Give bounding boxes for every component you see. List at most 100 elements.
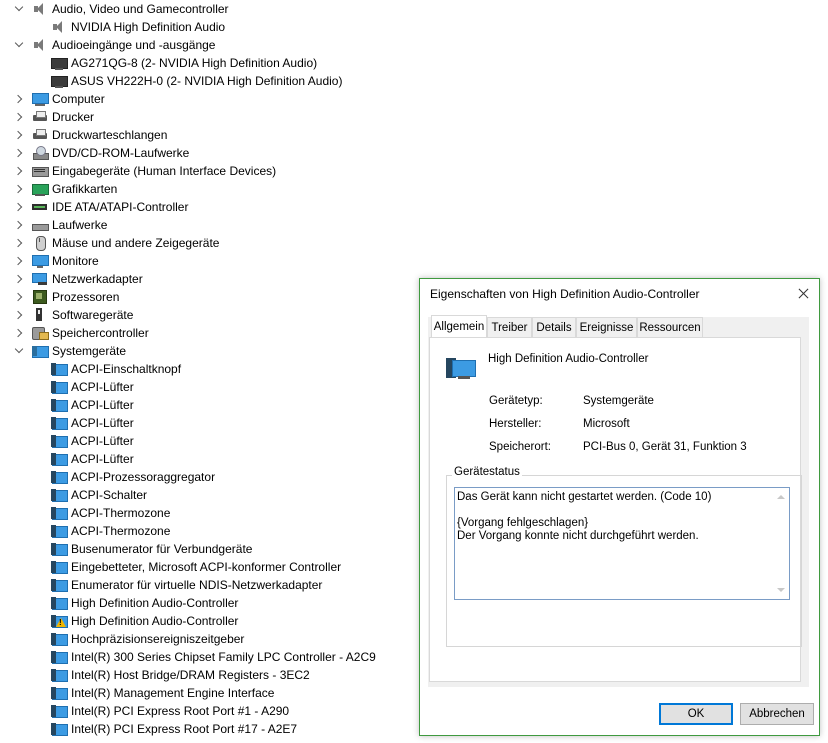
tree-category[interactable]: Systemgeräte (0, 342, 420, 360)
ide-icon (32, 200, 48, 214)
tree-device[interactable]: ACPI-Lüfter (0, 414, 420, 432)
tree-category[interactable]: IDE ATA/ATAPI-Controller (0, 198, 420, 216)
status-line: {Vorgang fehlgeschlagen} (457, 517, 589, 529)
tree-device[interactable]: ACPI-Einschaltknopf (0, 360, 420, 378)
tree-device[interactable]: ACPI-Lüfter (0, 450, 420, 468)
tree-device[interactable]: Intel(R) PCI Express Root Port #17 - A2E… (0, 720, 420, 738)
chevron-right-icon[interactable] (13, 270, 25, 288)
tree-item-label: ACPI-Lüfter (71, 452, 134, 466)
cancel-button[interactable]: Abbrechen (740, 703, 814, 725)
tab-panel-general: High Definition Audio-Controller Gerätet… (429, 337, 802, 682)
tree-device[interactable]: Intel(R) PCI Express Root Port #1 - A290 (0, 702, 420, 720)
printer-icon (32, 110, 48, 124)
chevron-right-icon[interactable] (13, 126, 25, 144)
chevron-down-icon[interactable] (13, 0, 25, 18)
tree-device[interactable]: ACPI-Prozessoraggregator (0, 468, 420, 486)
tree-device[interactable]: Eingebetteter, Microsoft ACPI-konformer … (0, 558, 420, 576)
tree-device[interactable]: Intel(R) Host Bridge/DRAM Registers - 3E… (0, 666, 420, 684)
tree-category[interactable]: Drucker (0, 108, 420, 126)
tree-item-label: ACPI-Lüfter (71, 416, 134, 430)
chevron-right-icon[interactable] (13, 198, 25, 216)
chevron-right-icon[interactable] (13, 108, 25, 126)
tree-item-label: ACPI-Lüfter (71, 398, 134, 412)
monitor-dark-icon (51, 56, 68, 70)
tree-category[interactable]: Grafikkarten (0, 180, 420, 198)
tree-device[interactable]: AG271QG-8 (2- NVIDIA High Definition Aud… (0, 54, 420, 72)
tree-category[interactable]: Netzwerkadapter (0, 270, 420, 288)
computer-icon (32, 92, 49, 106)
tree-device[interactable]: High Definition Audio-Controller (0, 612, 420, 630)
tree-device[interactable]: ACPI-Thermozone (0, 522, 420, 540)
tree-item-label: Softwaregeräte (52, 308, 134, 322)
tree-device[interactable]: ACPI-Lüfter (0, 396, 420, 414)
tree-category[interactable]: Eingabegeräte (Human Interface Devices) (0, 162, 420, 180)
tree-item-label: ASUS VH222H-0 (2- NVIDIA High Definition… (71, 74, 343, 88)
tree-category[interactable]: DVD/CD-ROM-Laufwerke (0, 144, 420, 162)
chevron-right-icon[interactable] (13, 288, 25, 306)
prop-key-manufacturer: Hersteller: (489, 418, 542, 430)
tree-device[interactable]: NVIDIA High Definition Audio (0, 18, 420, 36)
tree-item-label: Busenumerator für Verbundgeräte (71, 542, 253, 556)
tree-item-label: IDE ATA/ATAPI-Controller (52, 200, 189, 214)
prop-key-location: Speicherort: (489, 441, 552, 453)
tree-category[interactable]: Mäuse und andere Zeigegeräte (0, 234, 420, 252)
tree-item-label: Intel(R) PCI Express Root Port #1 - A290 (71, 704, 290, 718)
chevron-right-icon[interactable] (13, 234, 25, 252)
status-line (457, 504, 769, 517)
tree-item-label: Eingabegeräte (Human Interface Devices) (52, 164, 277, 178)
tree-category[interactable]: Laufwerke (0, 216, 420, 234)
chevron-down-icon[interactable] (13, 342, 25, 360)
system-device-icon (51, 632, 68, 646)
chevron-right-icon[interactable] (13, 180, 25, 198)
tree-item-label: Computer (52, 92, 105, 106)
tree-device[interactable]: Enumerator für virtuelle NDIS-Netzwerkad… (0, 576, 420, 594)
close-icon[interactable] (787, 279, 819, 309)
ok-button[interactable]: OK (659, 703, 733, 725)
tree-device[interactable]: ACPI-Lüfter (0, 432, 420, 450)
tree-device[interactable]: ACPI-Schalter (0, 486, 420, 504)
tree-item-label: Intel(R) Host Bridge/DRAM Registers - 3E… (71, 668, 310, 682)
tab-details[interactable]: Details (532, 317, 576, 337)
chevron-right-icon[interactable] (13, 324, 25, 342)
tree-item-label: Hochpräzisionsereigniszeitgeber (71, 632, 245, 646)
tree-category[interactable]: Audioeingänge und -ausgänge (0, 36, 420, 54)
tree-device[interactable]: Intel(R) 300 Series Chipset Family LPC C… (0, 648, 420, 666)
tree-category[interactable]: Monitore (0, 252, 420, 270)
tree-category[interactable]: Computer (0, 90, 420, 108)
tree-item-label: ACPI-Schalter (71, 488, 148, 502)
tree-item-label: ACPI-Thermozone (71, 506, 171, 520)
chevron-down-icon[interactable] (13, 36, 25, 54)
chevron-right-icon[interactable] (13, 90, 25, 108)
tree-item-label: Systemgeräte (52, 344, 127, 358)
tab-allgemein[interactable]: Allgemein (431, 315, 487, 338)
status-scrollbar[interactable] (773, 489, 788, 598)
speaker-icon (51, 20, 67, 34)
tree-item-label: Netzwerkadapter (52, 272, 143, 286)
system-device-icon (51, 578, 68, 592)
tree-item-label: Eingebetteter, Microsoft ACPI-konformer … (71, 560, 342, 574)
tab-ressourcen[interactable]: Ressourcen (637, 317, 703, 337)
tree-device[interactable]: Intel(R) Management Engine Interface (0, 684, 420, 702)
prop-value-location: PCI-Bus 0, Gerät 31, Funktion 3 (583, 441, 747, 453)
system-device-icon (51, 416, 68, 430)
tree-category[interactable]: Audio, Video und Gamecontroller (0, 0, 420, 18)
chevron-right-icon[interactable] (13, 144, 25, 162)
tree-device[interactable]: ACPI-Lüfter (0, 378, 420, 396)
tree-device[interactable]: Hochpräzisionsereigniszeitgeber (0, 630, 420, 648)
tree-category[interactable]: Prozessoren (0, 288, 420, 306)
chevron-right-icon[interactable] (13, 162, 25, 180)
tree-category[interactable]: Speichercontroller (0, 324, 420, 342)
system-device-icon (51, 650, 68, 664)
tab-ereignisse[interactable]: Ereignisse (576, 317, 637, 337)
tree-device[interactable]: ASUS VH222H-0 (2- NVIDIA High Definition… (0, 72, 420, 90)
chevron-right-icon[interactable] (13, 306, 25, 324)
tree-device[interactable]: Busenumerator für Verbundgeräte (0, 540, 420, 558)
chevron-right-icon[interactable] (13, 252, 25, 270)
tree-category[interactable]: Softwaregeräte (0, 306, 420, 324)
tree-device[interactable]: ACPI-Thermozone (0, 504, 420, 522)
device-status-textbox[interactable]: Das Gerät kann nicht gestartet werden. (… (454, 487, 790, 600)
tab-treiber[interactable]: Treiber (487, 317, 532, 337)
tree-device[interactable]: High Definition Audio-Controller (0, 594, 420, 612)
chevron-right-icon[interactable] (13, 216, 25, 234)
tree-category[interactable]: Druckwarteschlangen (0, 126, 420, 144)
